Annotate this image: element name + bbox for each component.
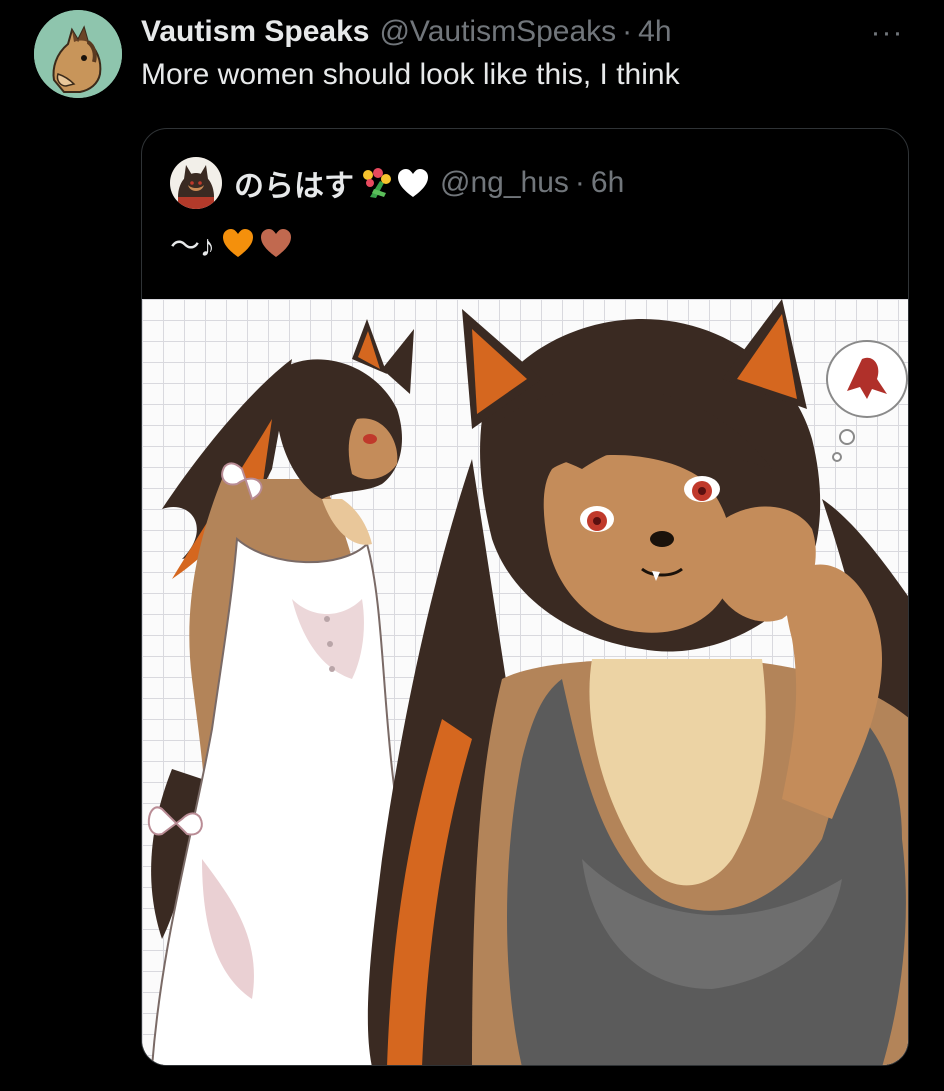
quoted-tweet[interactable]: のらはす @ng_hus · 6h ～♪: [141, 128, 909, 1066]
right-character-figure: [367, 299, 908, 1065]
timestamp[interactable]: 4h: [638, 15, 671, 49]
display-name[interactable]: Vautism Speaks: [141, 15, 369, 49]
tweet[interactable]: Vautism Speaks @VautismSpeaks · 4h ··· M…: [0, 0, 944, 1091]
quoted-text-content: ～♪: [170, 230, 215, 263]
brown-heart-icon: [261, 229, 291, 257]
name-emoji-group: [360, 167, 430, 199]
tweet-text: More women should look like this, I thin…: [141, 58, 680, 91]
quoted-tweet-text: ～♪: [170, 223, 293, 263]
white-heart-icon: [398, 169, 428, 197]
quoted-media-image[interactable]: [142, 299, 908, 1065]
more-options-icon[interactable]: ···: [862, 16, 912, 50]
bouquet-icon: [363, 168, 391, 198]
quoted-user-avatar[interactable]: [170, 157, 222, 209]
quoted-timestamp[interactable]: 6h: [591, 166, 624, 200]
orange-heart-icon: [223, 229, 253, 257]
quoted-user-handle[interactable]: @ng_hus: [440, 166, 569, 200]
quoted-text-emoji: [221, 227, 293, 259]
tweet-header: Vautism Speaks @VautismSpeaks · 4h: [141, 12, 672, 52]
user-avatar[interactable]: [34, 10, 122, 98]
quoted-display-name[interactable]: のらはす: [234, 161, 354, 205]
quoted-tweet-header: のらはす @ng_hus · 6h: [234, 163, 624, 203]
user-handle[interactable]: @VautismSpeaks: [379, 15, 616, 49]
separator-dot: ·: [622, 15, 633, 48]
separator-dot: ·: [574, 166, 585, 199]
